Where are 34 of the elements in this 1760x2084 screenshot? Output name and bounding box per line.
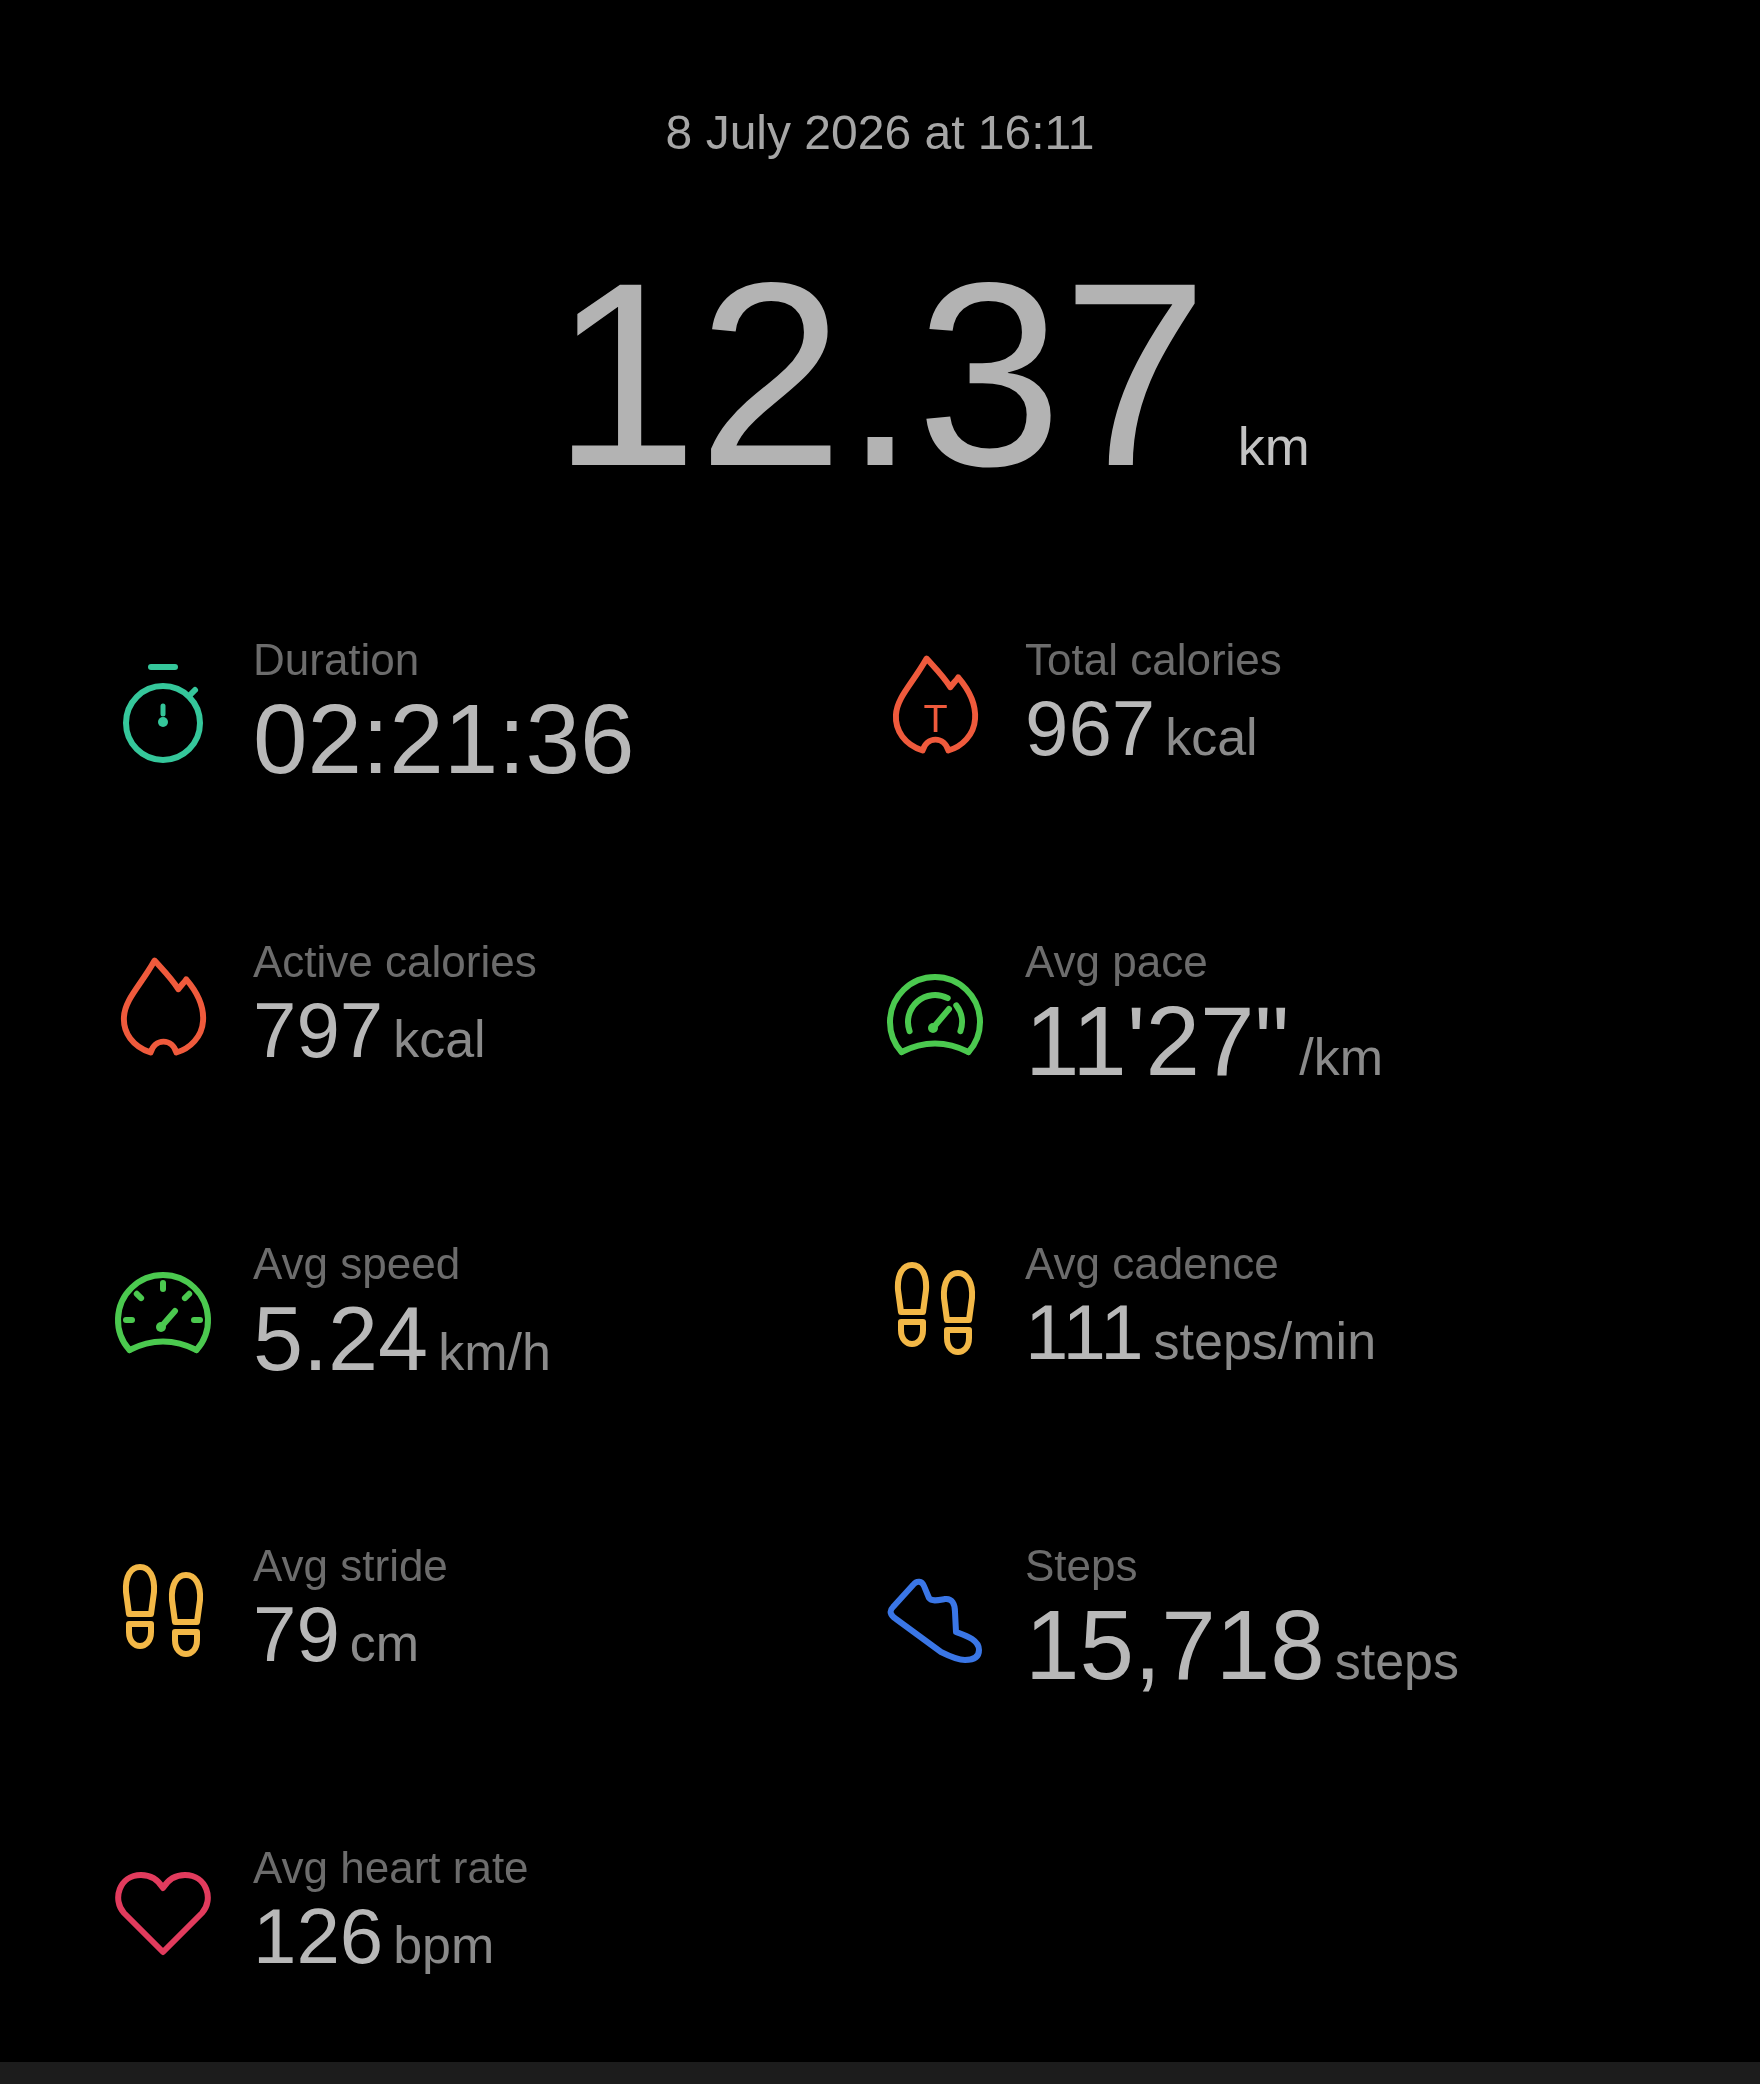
- stat-label: Steps: [1025, 1540, 1139, 1592]
- stat-value: 111: [1025, 1290, 1144, 1376]
- shoe-icon: [887, 1576, 983, 1663]
- stat-value: 797: [253, 988, 384, 1074]
- stat-label: Duration: [253, 634, 421, 686]
- stat-value: 5.24: [253, 1290, 429, 1389]
- stat-unit: km/h: [438, 1322, 551, 1383]
- stat-label: Avg stride: [253, 1540, 448, 1592]
- stopwatch-icon: [120, 663, 206, 764]
- stat-label: Avg cadence: [1025, 1238, 1280, 1290]
- heart-icon: [113, 1869, 213, 1956]
- stat-value: 15,718: [1025, 1592, 1325, 1700]
- distance-unit: km: [1237, 415, 1310, 478]
- stat-label: Avg heart rate: [253, 1842, 529, 1894]
- stat-value: 11'27": [1025, 988, 1290, 1096]
- stat-unit: kcal: [393, 1009, 486, 1070]
- stat-unit: /km: [1299, 1027, 1383, 1088]
- distance-value: 12.37: [552, 240, 1208, 510]
- stat-label: Avg speed: [253, 1238, 462, 1290]
- stat-value: 02:21:36: [253, 686, 635, 794]
- stat-unit: kcal: [1165, 707, 1258, 768]
- stat-unit: steps/min: [1153, 1311, 1377, 1372]
- stat-unit: steps: [1334, 1631, 1460, 1692]
- stat-unit: cm: [349, 1613, 420, 1674]
- workout-date: 8 July 2026 at 16:11: [664, 105, 1096, 161]
- stat-value: 126: [253, 1894, 384, 1980]
- stat-value: 79: [253, 1592, 340, 1678]
- stat-label: Active calories: [253, 936, 537, 988]
- stat-unit: bpm: [393, 1915, 495, 1976]
- footprints-icon: [121, 1564, 205, 1657]
- stat-label: Total calories: [1025, 634, 1282, 686]
- footprints-icon: [893, 1262, 977, 1355]
- stat-label: Avg pace: [1025, 936, 1209, 988]
- stat-value: 967: [1025, 686, 1156, 772]
